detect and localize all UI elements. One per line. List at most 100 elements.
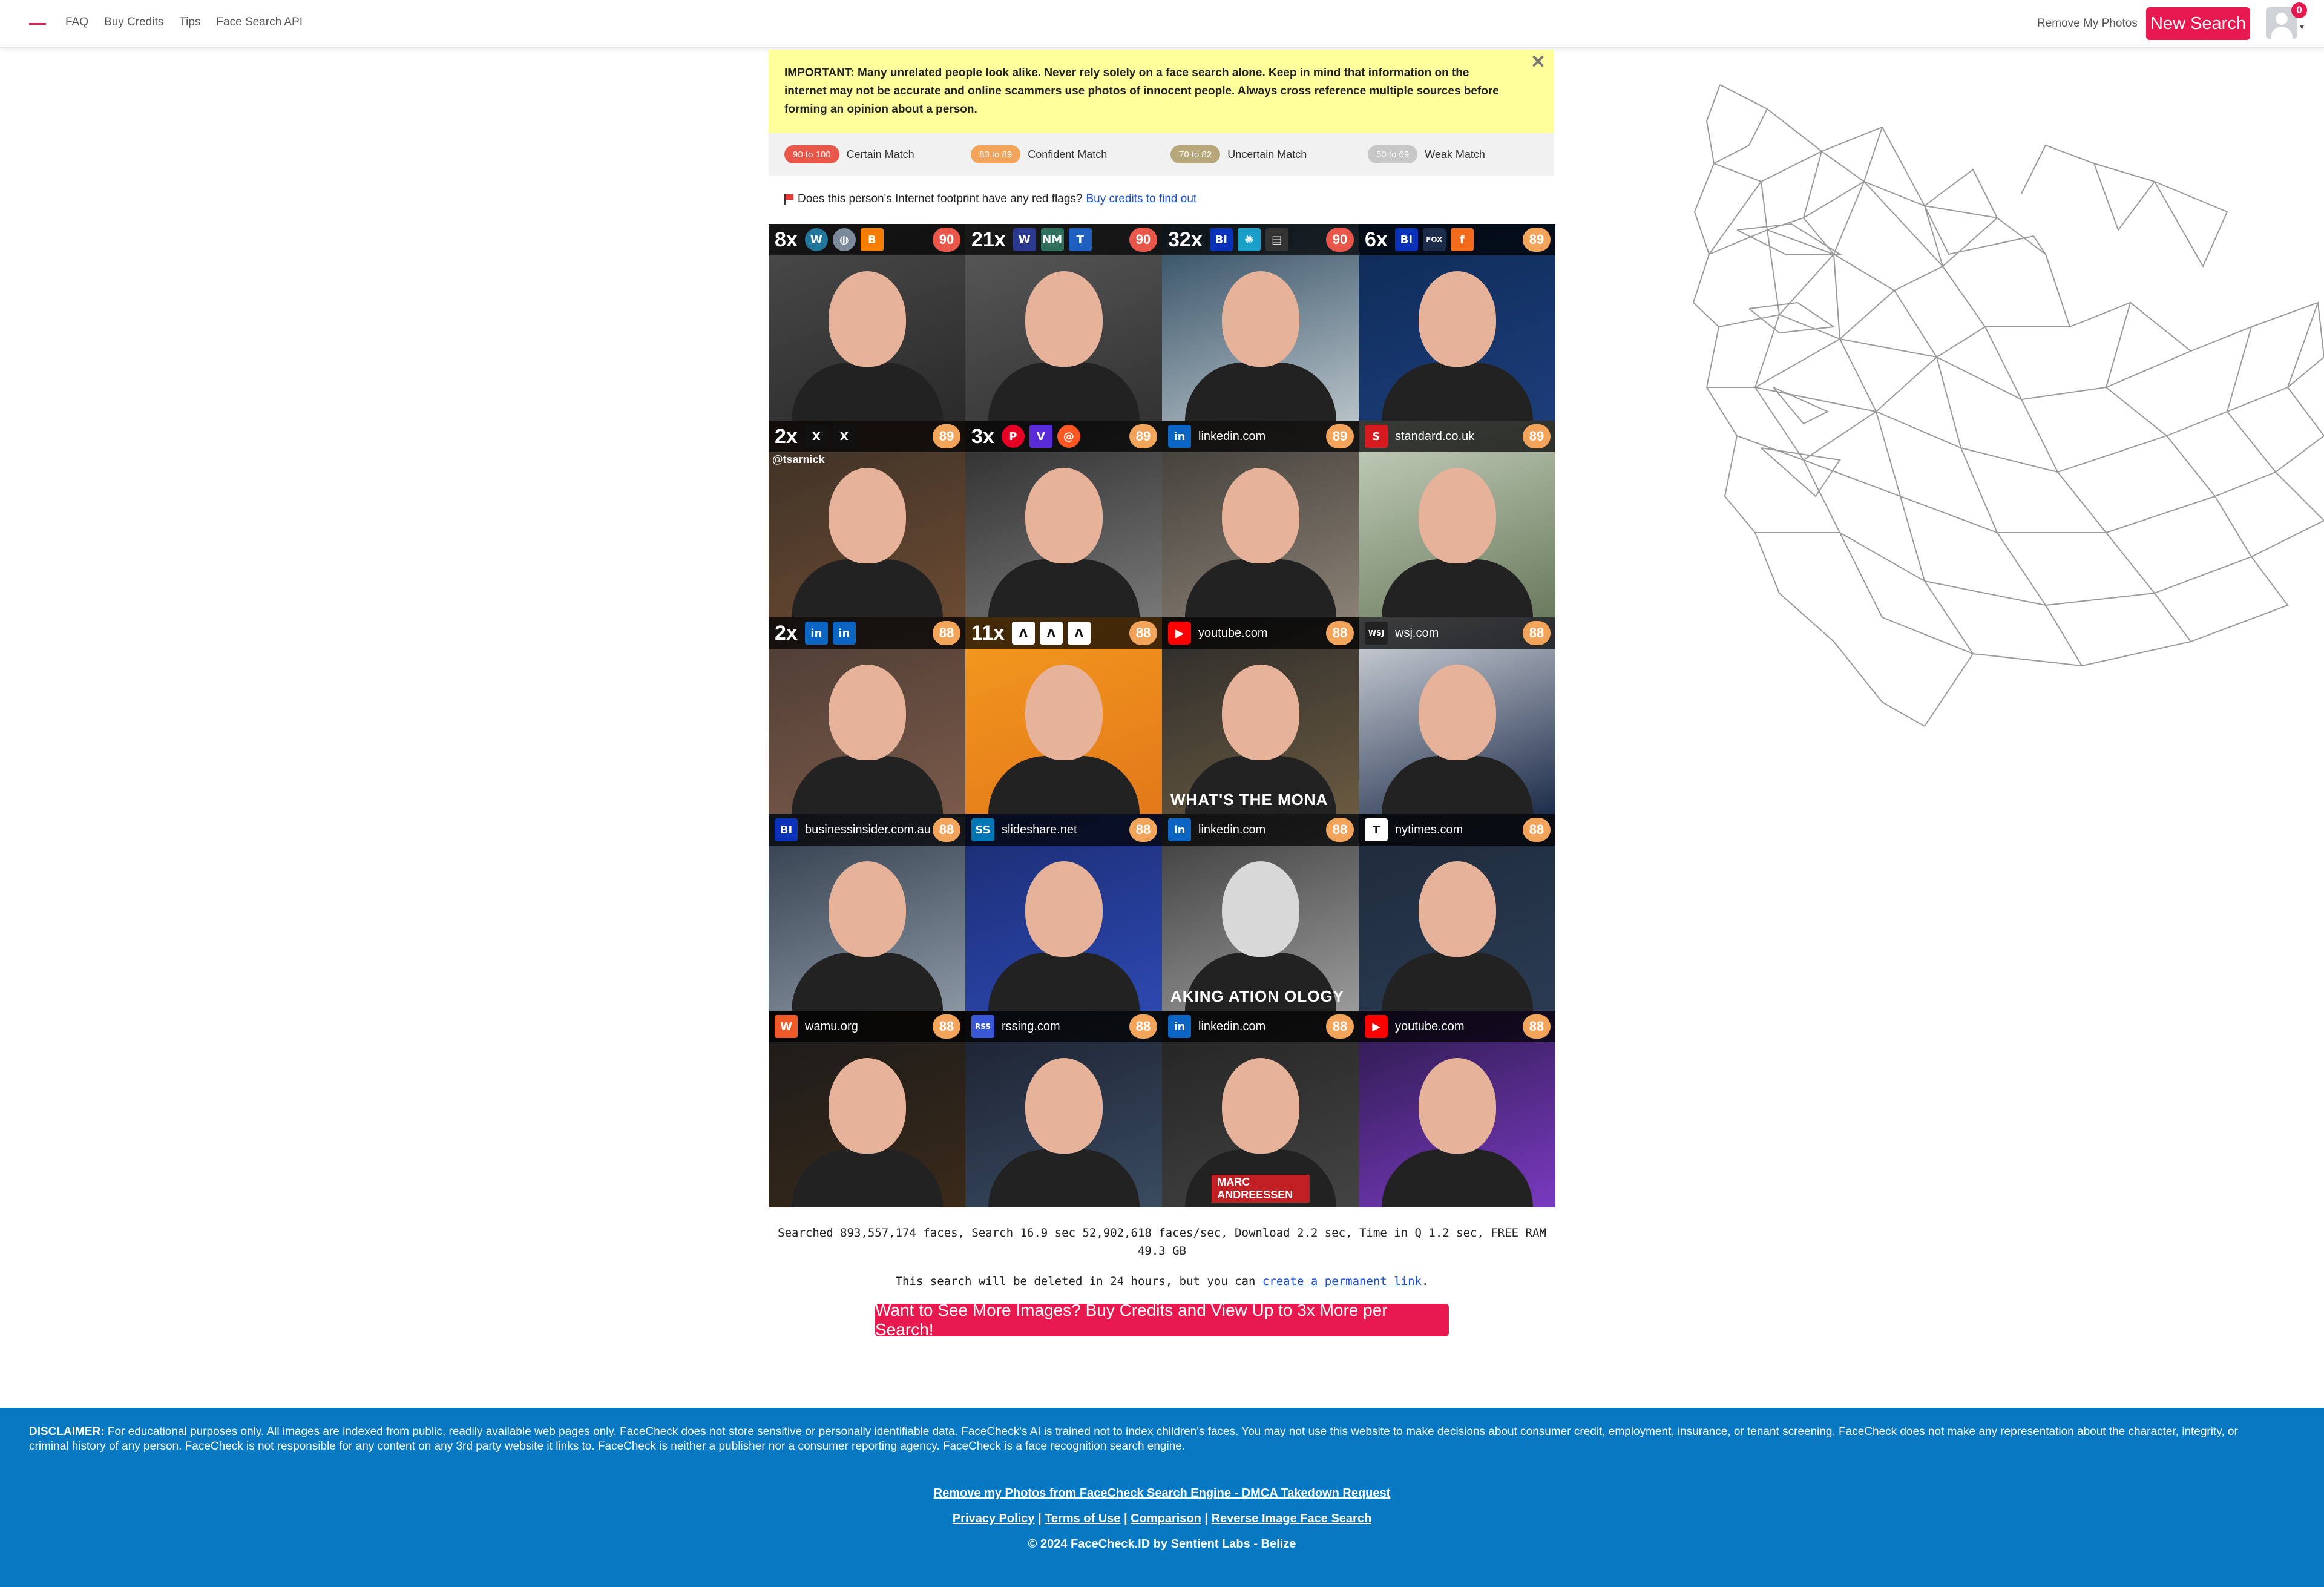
- linkedin-icon[interactable]: in: [832, 622, 856, 645]
- legend-uncertain: 70 to 82 Uncertain Match: [1170, 145, 1307, 163]
- nav-buy-credits[interactable]: Buy Credits: [104, 16, 163, 29]
- legend-weak: 50 to 69 Weak Match: [1368, 145, 1485, 163]
- linkedin-icon[interactable]: in: [1168, 818, 1191, 841]
- source-domain[interactable]: wamu.org: [805, 1020, 858, 1034]
- linkedin-icon[interactable]: in: [804, 622, 828, 645]
- source-domain[interactable]: standard.co.uk: [1395, 430, 1474, 444]
- result-tile[interactable]: 2x X X @tsarnick 89: [769, 421, 965, 617]
- slideshare-icon[interactable]: SS: [971, 818, 994, 841]
- rss-icon[interactable]: RSS: [971, 1015, 994, 1038]
- globe-icon[interactable]: ◍: [832, 228, 856, 251]
- youtube-icon[interactable]: ▶: [1168, 622, 1191, 645]
- source-domain[interactable]: businessinsider.com.au: [805, 823, 931, 837]
- shoulders-shape: [791, 953, 943, 1011]
- result-tile[interactable]: 2x in in 88: [769, 617, 965, 814]
- logo-icon[interactable]: [29, 23, 46, 25]
- shoulders-shape: [988, 953, 1140, 1011]
- result-tile[interactable]: 11x Λ Λ Λ 88: [965, 617, 1162, 814]
- blogger-icon[interactable]: B: [860, 228, 884, 251]
- result-tile[interactable]: 3x P V @89: [965, 421, 1162, 617]
- wordpress-icon[interactable]: W: [804, 228, 828, 251]
- face-photo: [1162, 255, 1359, 421]
- face-shape: [1418, 861, 1496, 957]
- comparison-link[interactable]: Comparison: [1131, 1512, 1201, 1525]
- chevron-down-icon[interactable]: ▾: [2300, 22, 2304, 32]
- a-icon[interactable]: Λ: [1011, 622, 1035, 645]
- top-navbar: FAQ Buy Credits Tips Face Search API Rem…: [0, 0, 2324, 48]
- x-icon[interactable]: X: [832, 425, 856, 448]
- new-search-button[interactable]: New Search: [2146, 7, 2250, 40]
- at-icon[interactable]: @: [1057, 425, 1080, 448]
- f-icon[interactable]: f: [1450, 228, 1474, 251]
- result-tile[interactable]: WSJ wsj.com 88: [1359, 617, 1555, 814]
- shoulders-shape: [1184, 363, 1336, 421]
- buy-credits-link[interactable]: Buy credits to find out: [1086, 192, 1196, 206]
- result-tile[interactable]: 21x W NM T 90: [965, 224, 1162, 421]
- bi-icon[interactable]: BI: [775, 818, 798, 841]
- result-tile[interactable]: 8x W ◍ B 90: [769, 224, 965, 421]
- source-domain[interactable]: youtube.com: [1395, 1020, 1465, 1034]
- result-tile[interactable]: Tnytimes.com 88: [1359, 814, 1555, 1011]
- source-domain[interactable]: linkedin.com: [1198, 823, 1265, 837]
- fox-icon[interactable]: FOX: [1422, 228, 1446, 251]
- face-shape: [1221, 665, 1299, 760]
- nav-tips[interactable]: Tips: [179, 16, 200, 29]
- source-domain[interactable]: slideshare.net: [1002, 823, 1077, 837]
- remove-my-photos-link[interactable]: Remove My Photos: [2037, 17, 2138, 30]
- result-tile[interactable]: 32x BI ✺ ▤ 90: [1162, 224, 1359, 421]
- wsj-icon[interactable]: WSJ: [1365, 622, 1388, 645]
- wamu-icon[interactable]: W: [775, 1015, 798, 1038]
- match-count: 6x: [1365, 228, 1388, 251]
- source-domain[interactable]: nytimes.com: [1395, 823, 1463, 837]
- result-tile[interactable]: WHAT'S THE MONA ▶ youtube.com 88: [1162, 617, 1359, 814]
- a-icon[interactable]: Λ: [1067, 622, 1091, 645]
- result-tile[interactable]: in linkedin.com 89: [1162, 421, 1359, 617]
- face-photo: [769, 649, 965, 814]
- reverse-image-link[interactable]: Reverse Image Face Search: [1212, 1512, 1372, 1525]
- shoulders-shape: [988, 559, 1140, 617]
- bi-icon[interactable]: BI: [1394, 228, 1418, 251]
- result-tile[interactable]: RSS rssing.com 88: [965, 1011, 1162, 1208]
- shoulders-shape: [791, 559, 943, 617]
- pinterest-icon[interactable]: P: [1001, 425, 1025, 448]
- bi-icon[interactable]: BI: [1209, 228, 1233, 251]
- permanent-link[interactable]: create a permanent link: [1262, 1275, 1422, 1288]
- privacy-policy-link[interactable]: Privacy Policy: [953, 1512, 1035, 1525]
- result-tile[interactable]: Sstandard.co.uk 89: [1359, 421, 1555, 617]
- source-domain[interactable]: rssing.com: [1002, 1020, 1060, 1034]
- dmca-link[interactable]: Remove my Photos from FaceCheck Search E…: [934, 1487, 1391, 1500]
- result-tile[interactable]: MARC ANDREESSEN in linkedin.com 88: [1162, 1011, 1359, 1208]
- face-shape: [828, 468, 906, 564]
- buy-credits-cta-button[interactable]: Want to See More Images? Buy Credits and…: [875, 1301, 1449, 1339]
- match-score-badge: 88: [1523, 1014, 1551, 1039]
- brain-icon[interactable]: ✺: [1237, 228, 1261, 251]
- terms-link[interactable]: Terms of Use: [1045, 1512, 1120, 1525]
- avatar-head: [2276, 13, 2288, 25]
- result-tile[interactable]: ▶ youtube.com 88: [1359, 1011, 1555, 1208]
- nav-faq[interactable]: FAQ: [65, 16, 88, 29]
- linkedin-icon[interactable]: in: [1168, 1015, 1191, 1038]
- x-icon[interactable]: X: [804, 425, 828, 448]
- result-tile[interactable]: BI businessinsider.com.au 88: [769, 814, 965, 1011]
- close-icon[interactable]: ✕: [1531, 53, 1546, 71]
- t-icon[interactable]: T: [1068, 228, 1092, 251]
- result-tile[interactable]: SS slideshare.net 88: [965, 814, 1162, 1011]
- a-icon[interactable]: Λ: [1039, 622, 1063, 645]
- result-tile[interactable]: 6x BI FOX f 89: [1359, 224, 1555, 421]
- source-domain[interactable]: wsj.com: [1395, 626, 1439, 640]
- source-domain[interactable]: linkedin.com: [1198, 430, 1265, 444]
- news-icon[interactable]: ▤: [1265, 228, 1288, 251]
- nm-icon[interactable]: NM: [1040, 228, 1064, 251]
- linkedin-icon[interactable]: in: [1168, 425, 1191, 448]
- source-domain[interactable]: linkedin.com: [1198, 1020, 1265, 1034]
- standard-icon[interactable]: S: [1365, 425, 1388, 448]
- nytimes-icon[interactable]: T: [1365, 818, 1388, 841]
- source-domain[interactable]: youtube.com: [1198, 626, 1268, 640]
- nav-face-search-api[interactable]: Face Search API: [216, 16, 303, 29]
- result-tile[interactable]: Wwamu.org 88: [769, 1011, 965, 1208]
- match-score-badge: 89: [1326, 424, 1354, 448]
- result-tile[interactable]: AKING ATION OLOGY in linkedin.com 88: [1162, 814, 1359, 1011]
- youtube-icon[interactable]: ▶: [1365, 1015, 1388, 1038]
- v-icon[interactable]: V: [1029, 425, 1052, 448]
- w-icon[interactable]: W: [1013, 228, 1036, 251]
